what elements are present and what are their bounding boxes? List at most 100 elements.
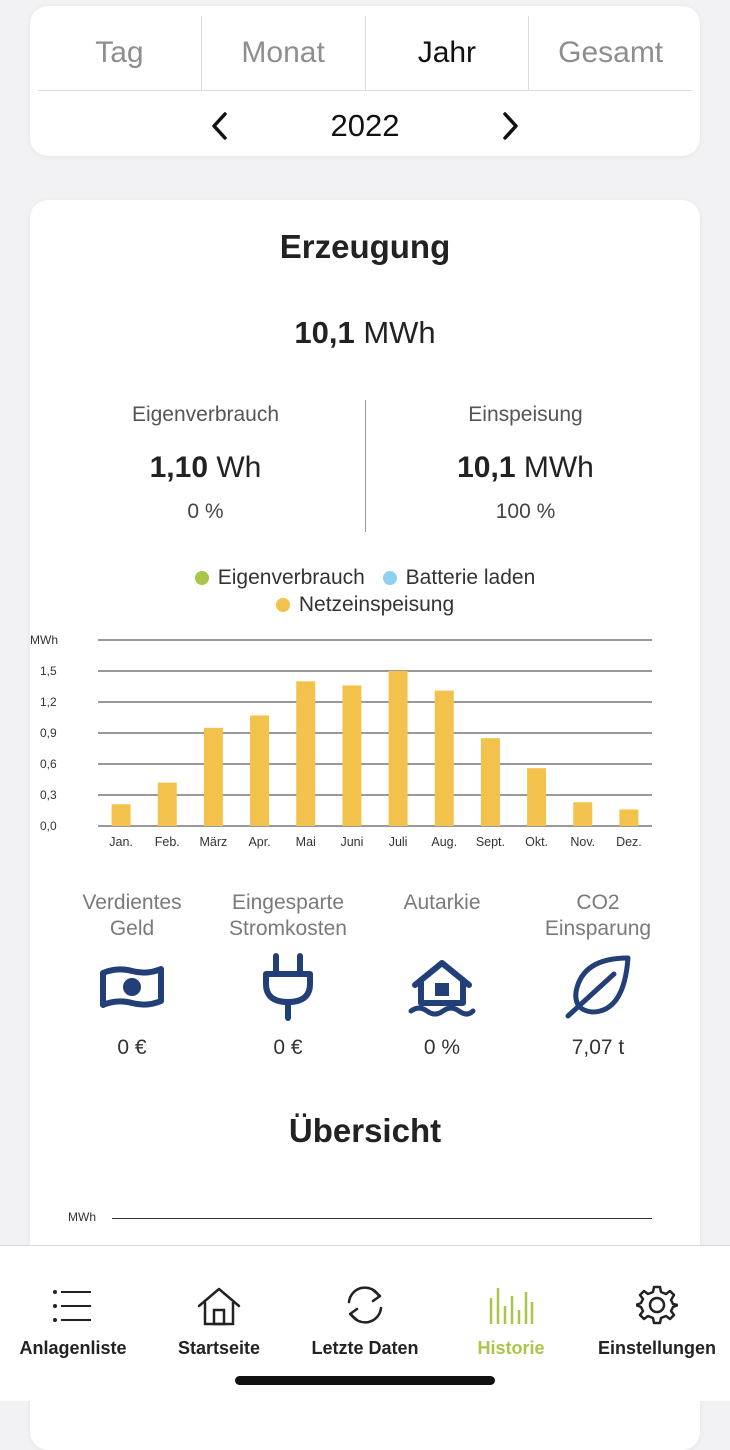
nav-einstellungen-label: Einstellungen [597, 1338, 716, 1358]
overview-gridline [112, 1218, 652, 1219]
stat-earned-money-label-2: Geld [109, 917, 155, 940]
stat-co2-saving-label-1: CO2 [576, 891, 620, 914]
overview-chart: MWh [60, 1205, 660, 1235]
plug-icon [206, 946, 370, 1028]
flooded-house-icon [360, 946, 524, 1028]
bar [480, 738, 500, 826]
nav-einstellungen[interactable]: Einstellungen [584, 1246, 730, 1359]
list-icon [0, 1246, 146, 1326]
stat-autarky-label: Autarkie [360, 890, 524, 946]
bar [619, 809, 639, 826]
x-tick-label: Sept. [476, 835, 505, 849]
nav-startseite-label: Startseite [177, 1338, 261, 1358]
feed-in-label: Einspeisung [468, 403, 583, 426]
bar [157, 782, 177, 826]
bar [342, 685, 362, 826]
stat-saved-costs-label: Eingesparte Stromkosten [206, 890, 370, 946]
x-tick-label: Dez. [616, 835, 642, 849]
feed-in-value: 10,1 [457, 451, 516, 484]
production-total-value: 10,1 [294, 315, 355, 350]
bar [527, 768, 547, 826]
nav-startseite[interactable]: Startseite [146, 1246, 292, 1359]
tab-total[interactable]: Gesamt [528, 16, 692, 90]
bar [250, 715, 270, 826]
x-tick-label: Okt. [525, 835, 548, 849]
production-total-unit: MWh [363, 315, 436, 350]
tab-day[interactable]: Tag [38, 16, 201, 90]
legend-label-battery: Batterie laden [405, 566, 536, 589]
production-split: Eigenverbrauch 1,10 Wh 0 % Einspeisung 1… [30, 400, 700, 532]
chevron-left-icon[interactable] [200, 106, 240, 146]
self-consumption-block: Eigenverbrauch 1,10 Wh 0 % [38, 400, 373, 524]
chevron-right-icon[interactable] [490, 106, 530, 146]
gear-icon [584, 1246, 730, 1326]
refresh-icon [292, 1246, 438, 1326]
stat-earned-money: Verdientes Geld 0 € [50, 890, 214, 1060]
tab-year[interactable]: Jahr [364, 16, 529, 90]
overview-title: Übersicht [288, 1112, 442, 1149]
selected-year: 2022 [330, 108, 400, 143]
feed-in-block: Einspeisung 10,1 MWh 100 % [358, 400, 693, 524]
y-tick-label: 1,5 [40, 664, 57, 678]
legend-item-self-consumption[interactable]: Eigenverbrauch [194, 566, 365, 590]
stat-co2-saving-value: 7,07 t [571, 1036, 625, 1059]
history-chart-icon [438, 1246, 584, 1326]
tab-month[interactable]: Monat [200, 16, 365, 90]
stat-earned-money-value: 0 € [117, 1036, 147, 1059]
nav-historie-label: Historie [477, 1338, 545, 1358]
x-tick-label: März [200, 835, 228, 849]
stat-saved-costs: Eingesparte Stromkosten 0 € [206, 890, 370, 1060]
nav-letzte-daten[interactable]: Letzte Daten [292, 1246, 438, 1359]
self-consumption-percent: 0 % [187, 500, 224, 523]
stat-earned-money-label-1: Verdientes [82, 891, 182, 914]
stat-co2-saving-label: CO2 Einsparung [516, 890, 680, 946]
y-tick-label: 0,0 [40, 819, 57, 833]
legend-dot-grid-feed [275, 598, 290, 612]
stat-co2-saving-label-2: Einsparung [544, 917, 652, 940]
nav-anlagenliste[interactable]: Anlagenliste [0, 1246, 146, 1359]
nav-letzte-daten-label: Letzte Daten [311, 1338, 419, 1358]
y-tick-label: 0,9 [40, 726, 57, 740]
x-tick-label: Aug. [431, 835, 457, 849]
x-tick-label: Mai [296, 835, 316, 849]
home-icon [146, 1246, 292, 1326]
legend-label-grid-feed: Netzeinspeisung [298, 593, 455, 616]
x-tick-label: Juni [340, 835, 363, 849]
self-consumption-label: Eigenverbrauch [131, 403, 280, 426]
nav-anlagenliste-label: Anlagenliste [19, 1338, 127, 1358]
legend-item-grid-feed[interactable]: Netzeinspeisung [275, 593, 455, 617]
bar [573, 802, 593, 826]
legend-label-self-consumption: Eigenverbrauch [217, 566, 365, 589]
period-tabs: Tag Monat Jahr Gesamt [38, 16, 692, 91]
x-tick-label: Apr. [248, 835, 270, 849]
y-tick-label: 0,6 [40, 757, 57, 771]
stat-autarky-value: 0 % [423, 1036, 461, 1059]
self-consumption-amount: 1,10 Wh [38, 450, 373, 486]
production-bar-chart: MWh 0,0 0,3 0,6 0,9 1,2 1,5 Jan. Feb. März Apr. Mai… [30, 633, 652, 849]
bar [388, 671, 408, 826]
production-total: 10,1 MWh [30, 315, 700, 351]
feed-in-unit: MWh [523, 451, 594, 484]
x-tick-label: Feb. [155, 835, 180, 849]
stat-saved-costs-label-1: Eingesparte [231, 891, 345, 914]
x-tick-label: Nov. [570, 835, 595, 849]
feed-in-percent: 100 % [495, 500, 556, 523]
chart-legend-row-1: Eigenverbrauch Batterie laden [30, 566, 700, 591]
self-consumption-value: 1,10 [149, 451, 209, 484]
stat-saved-costs-value: 0 € [273, 1036, 303, 1059]
bar [296, 681, 316, 826]
leaf-icon [516, 946, 680, 1028]
bar [111, 804, 131, 826]
nav-historie[interactable]: Historie [438, 1246, 584, 1359]
stat-co2-saving: CO2 Einsparung 7,07 t [516, 890, 680, 1060]
production-title: Erzeugung [279, 228, 451, 265]
bar [203, 727, 223, 826]
stat-autarky-label-1: Autarkie [403, 891, 481, 914]
legend-dot-battery [382, 571, 397, 585]
year-navigator: 2022 [30, 91, 700, 161]
stat-earned-money-label: Verdientes Geld [50, 890, 214, 946]
stats-row: Verdientes Geld 0 € Eingesparte Stromkos… [30, 890, 700, 1080]
legend-item-battery[interactable]: Batterie laden [382, 566, 536, 590]
chart-legend-row-2: Netzeinspeisung [30, 593, 700, 618]
overview-y-unit: MWh [68, 1210, 96, 1224]
